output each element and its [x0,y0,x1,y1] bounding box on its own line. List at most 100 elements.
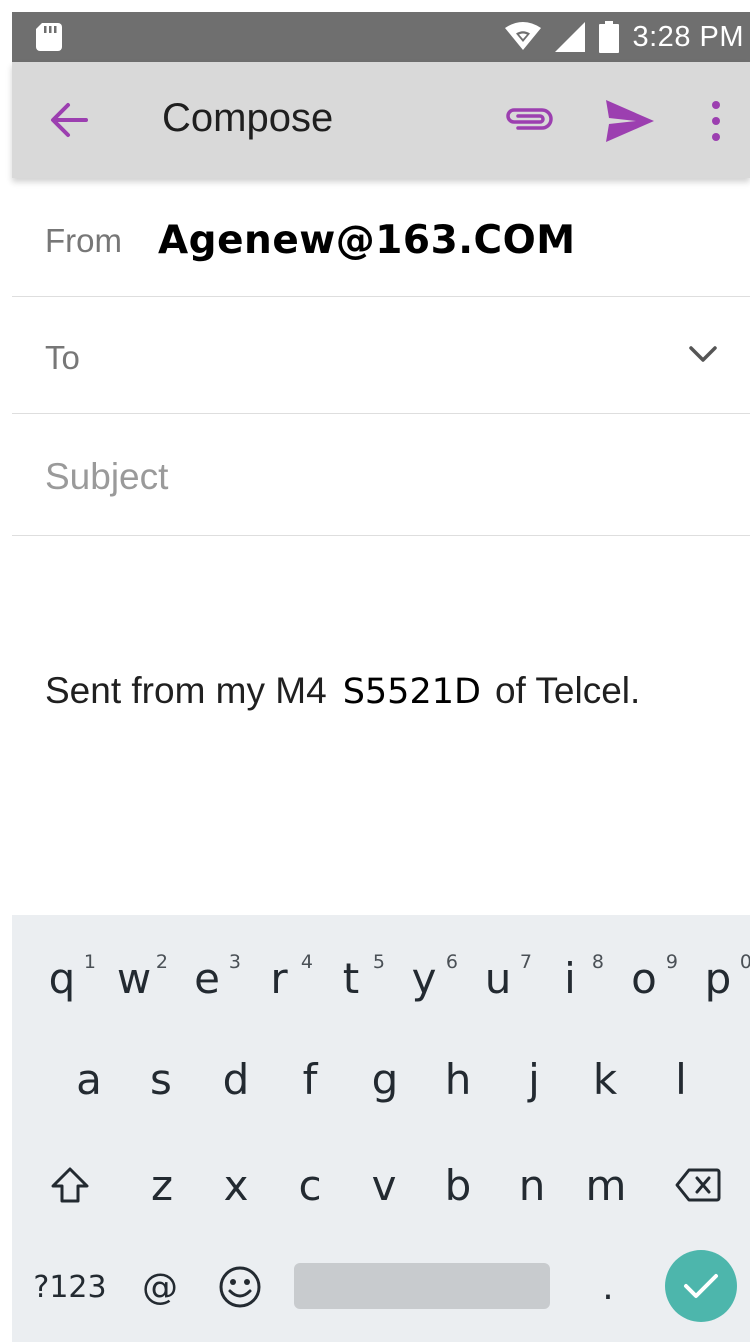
key-label: j [528,1054,540,1104]
key-label: b [444,1160,472,1210]
key-label: q [48,953,76,1003]
cell-signal-icon [554,22,585,52]
key-g[interactable]: g [349,1035,421,1123]
subject-row[interactable] [12,414,750,536]
key-y[interactable]: y6 [388,933,460,1023]
backspace-key[interactable] [662,1140,734,1230]
key-hint: 5 [372,951,385,973]
check-icon [684,1274,718,1298]
key-u[interactable]: u7 [462,933,534,1023]
at-key-label: @ [142,1266,178,1308]
chevron-down-icon[interactable] [688,343,718,365]
email-body[interactable]: Sent from my M4 S5521D of Telcel. [45,670,640,712]
to-label: To [45,339,80,376]
key-label: m [585,1160,627,1210]
key-hint: 9 [665,951,678,973]
key-hint: 3 [228,951,241,973]
page-title: Compose [162,96,334,140]
key-label: y [411,953,437,1003]
key-l[interactable]: l [645,1035,717,1123]
key-hint: 1 [83,951,96,973]
key-hint: 0 [739,951,750,973]
shift-key[interactable] [34,1140,106,1230]
subject-input[interactable] [45,452,705,502]
space-bar[interactable] [294,1263,550,1309]
from-row[interactable]: From Agenew@163.COM [12,178,750,297]
key-v[interactable]: v [348,1140,420,1230]
period-key-label: . [602,1266,614,1308]
sd-card-icon [36,23,62,51]
key-label: k [592,1054,618,1104]
signature-prefix: Sent from my M4 [45,670,327,711]
paperclip-icon[interactable] [504,102,554,138]
signature-suffix: of Telcel. [494,670,641,711]
key-label: l [675,1054,687,1104]
at-key[interactable]: @ [124,1243,196,1331]
keyboard: q1w2e3r4t5y6u7i8o9p0 asdfghjkl zxcvbnm ?… [12,915,750,1342]
key-w[interactable]: w2 [98,933,170,1023]
app-bar: Compose [12,62,750,178]
key-e[interactable]: e3 [171,933,243,1023]
from-address[interactable]: Agenew@163.COM [158,218,576,263]
signature-model: S5521D [342,672,481,712]
key-t[interactable]: t5 [315,933,387,1023]
symbols-key[interactable]: ?123 [30,1243,110,1331]
key-label: e [194,953,220,1003]
key-label: d [222,1054,250,1104]
key-c[interactable]: c [274,1140,346,1230]
key-hint: 4 [300,951,313,973]
backspace-icon [675,1168,721,1202]
key-r[interactable]: r4 [243,933,315,1023]
to-row[interactable]: To [12,297,750,414]
key-label: w [116,953,152,1003]
key-f[interactable]: f [274,1035,346,1123]
key-label: i [564,953,576,1003]
key-b[interactable]: b [422,1140,494,1230]
key-i[interactable]: i8 [534,933,606,1023]
key-h[interactable]: h [422,1035,494,1123]
key-n[interactable]: n [496,1140,568,1230]
key-hint: 7 [519,951,532,973]
key-label: z [150,1160,174,1210]
key-hint: 6 [445,951,458,973]
key-label: p [704,953,732,1003]
key-label: t [342,953,360,1003]
send-icon[interactable] [606,100,654,142]
key-label: v [371,1160,397,1210]
status-time: 3:28 PM [632,20,744,53]
shift-icon [51,1167,89,1203]
key-k[interactable]: k [569,1035,641,1123]
period-key[interactable]: . [572,1243,644,1331]
symbols-key-label: ?123 [33,1269,107,1305]
key-m[interactable]: m [570,1140,642,1230]
key-p[interactable]: p0 [682,933,750,1023]
key-a[interactable]: a [53,1035,125,1123]
key-hint: 2 [155,951,168,973]
wifi-icon [504,22,541,50]
key-z[interactable]: z [126,1140,198,1230]
back-arrow-icon[interactable] [50,102,88,138]
key-hint: 8 [591,951,604,973]
battery-icon [598,21,619,53]
key-o[interactable]: o9 [608,933,680,1023]
key-label: u [484,953,512,1003]
key-label: a [76,1054,102,1104]
key-s[interactable]: s [125,1035,197,1123]
key-d[interactable]: d [200,1035,272,1123]
key-j[interactable]: j [498,1035,570,1123]
more-vert-icon[interactable] [706,100,726,142]
status-bar: 3:28 PM [12,12,750,62]
from-label: From [45,222,122,259]
key-x[interactable]: x [200,1140,272,1230]
key-label: n [518,1160,546,1210]
key-label: o [631,953,657,1003]
key-label: x [223,1160,249,1210]
emoji-key[interactable] [204,1243,276,1331]
key-label: g [371,1054,399,1104]
key-label: h [444,1054,472,1104]
key-label: f [302,1054,318,1104]
emoji-icon [219,1266,261,1308]
enter-key[interactable] [665,1250,737,1322]
key-q[interactable]: q1 [26,933,98,1023]
key-label: r [270,953,288,1003]
